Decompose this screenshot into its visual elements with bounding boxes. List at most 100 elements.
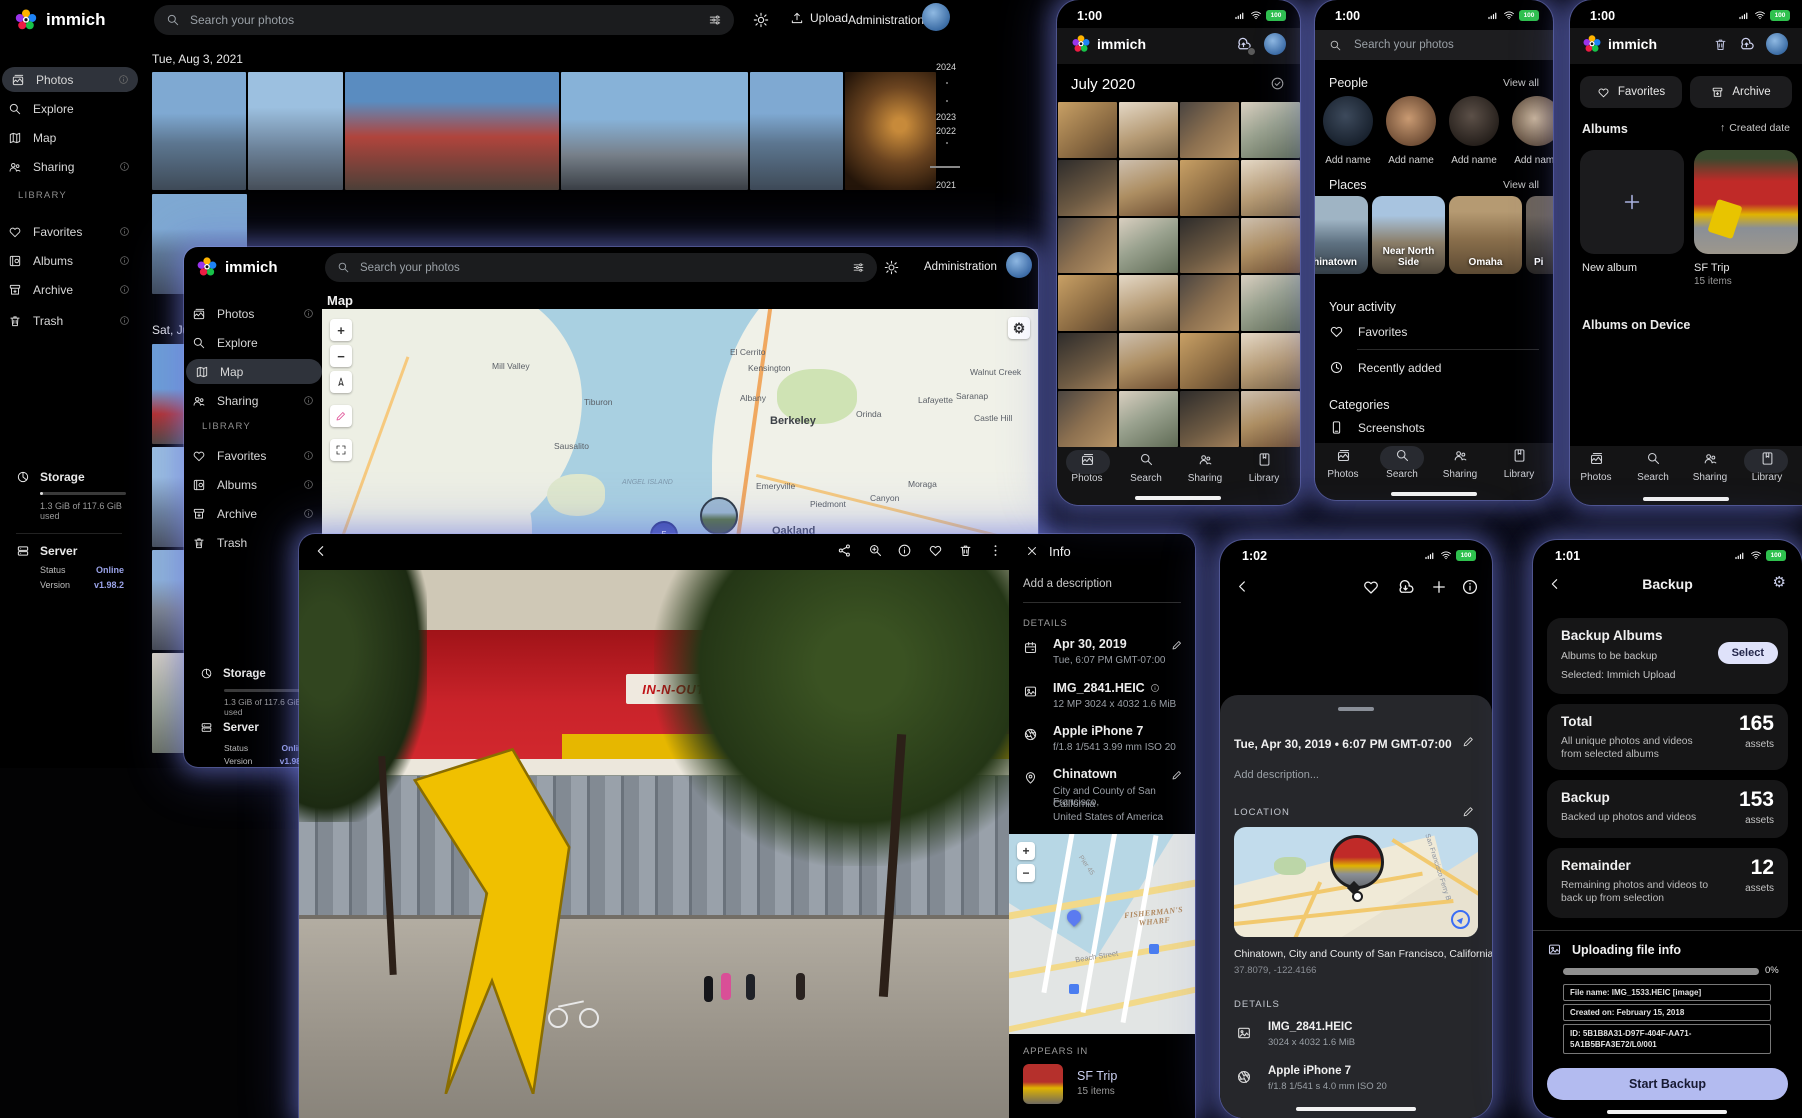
sidebar-item-archive[interactable]: Archive — [192, 501, 314, 526]
tab-sharing[interactable]: Sharing — [1177, 452, 1233, 484]
photo-thumbnail[interactable] — [561, 72, 748, 190]
sidebar-item-albums[interactable]: Albums — [192, 472, 314, 497]
theme-toggle-icon[interactable] — [884, 260, 899, 275]
archive-button[interactable]: Archive — [1690, 76, 1792, 108]
avatar[interactable] — [1006, 252, 1032, 278]
edit-location-icon[interactable] — [1462, 805, 1475, 818]
places-view-all-link[interactable]: View all — [1503, 179, 1539, 191]
photo-thumbnail[interactable] — [152, 72, 246, 190]
avatar[interactable] — [1264, 33, 1286, 55]
location-map[interactable]: San Francisco Ferry B — [1234, 827, 1478, 937]
photo-thumbnail[interactable] — [1058, 391, 1117, 447]
photo-thumbnail[interactable] — [345, 72, 559, 190]
edit-date-icon[interactable] — [1462, 735, 1475, 748]
photo-thumbnail[interactable] — [1180, 391, 1239, 447]
photo-thumbnail[interactable] — [1241, 160, 1300, 216]
photo-thumbnail[interactable] — [1180, 218, 1239, 274]
photo-thumbnail[interactable] — [1180, 102, 1239, 158]
photo-thumbnail[interactable] — [1119, 160, 1178, 216]
home-indicator[interactable] — [1296, 1107, 1416, 1111]
filter-icon[interactable] — [852, 261, 865, 274]
sidebar-item-explore[interactable]: Explore — [192, 330, 314, 355]
favorites-button[interactable]: Favorites — [1580, 76, 1682, 108]
tab-photos[interactable]: Photos — [1570, 451, 1624, 483]
photo-thumbnail[interactable] — [1119, 391, 1178, 447]
photo-thumbnail[interactable] — [1119, 102, 1178, 158]
select-button[interactable]: Select — [1718, 642, 1778, 664]
theme-toggle-icon[interactable] — [753, 12, 769, 28]
tab-sharing[interactable]: Sharing — [1432, 448, 1488, 480]
map-attribution-icon[interactable] — [1451, 910, 1470, 929]
description-input[interactable]: Add a description — [1023, 578, 1112, 590]
add-name-link[interactable]: Add name — [1444, 155, 1504, 166]
info-icon[interactable] — [1461, 578, 1479, 596]
info-icon[interactable] — [1150, 683, 1160, 693]
sidebar-item-map[interactable]: Map — [8, 125, 130, 150]
photo-thumbnail[interactable] — [248, 72, 343, 190]
info-icon[interactable] — [303, 479, 314, 490]
tab-sharing[interactable]: Sharing — [1682, 451, 1738, 483]
face-avatar[interactable] — [1449, 96, 1499, 146]
recently-added-row[interactable]: Recently added — [1329, 360, 1441, 375]
tab-library[interactable]: Library — [1739, 451, 1795, 483]
photo-thumbnail[interactable] — [1241, 218, 1300, 274]
info-icon[interactable] — [119, 255, 130, 266]
edit-location-icon[interactable] — [1171, 769, 1183, 781]
more-options-icon[interactable] — [988, 543, 1003, 558]
sidebar-item-trash[interactable]: Trash — [192, 530, 314, 555]
tab-library[interactable]: Library — [1236, 452, 1292, 484]
photo-thumbnail[interactable] — [750, 72, 843, 190]
home-indicator[interactable] — [1643, 497, 1729, 501]
start-backup-button[interactable]: Start Backup — [1547, 1068, 1788, 1100]
sort-button[interactable]: ↑ Created date — [1720, 122, 1790, 134]
map-fullscreen-button[interactable] — [330, 439, 352, 461]
sidebar-item-map[interactable]: Map — [186, 359, 322, 384]
share-icon[interactable] — [837, 543, 852, 558]
photo-thumbnail[interactable] — [1058, 333, 1117, 389]
scrubber-handle[interactable] — [930, 166, 960, 168]
sidebar-item-sharing[interactable]: Sharing — [192, 388, 314, 413]
photo-thumbnail[interactable] — [1058, 102, 1117, 158]
sidebar-item-photos[interactable]: Photos — [2, 67, 138, 92]
add-name-link[interactable]: Add name — [1507, 155, 1553, 166]
search-input[interactable]: Search your photos — [154, 5, 734, 35]
search-input[interactable]: Search your photos — [325, 253, 877, 282]
search-input[interactable]: Search your photos — [1315, 30, 1553, 60]
photo-thumbnail[interactable] — [1180, 160, 1239, 216]
select-all-icon[interactable] — [1270, 76, 1285, 91]
people-view-all-link[interactable]: View all — [1503, 77, 1539, 89]
face-avatar[interactable] — [1323, 96, 1373, 146]
place-card[interactable]: Near North Side — [1372, 196, 1445, 274]
back-icon[interactable] — [313, 543, 329, 559]
info-icon[interactable] — [119, 161, 130, 172]
backup-cloud-icon[interactable] — [1738, 36, 1755, 53]
sidebar-item-trash[interactable]: Trash — [8, 308, 130, 333]
home-indicator[interactable] — [1391, 492, 1477, 496]
screenshots-row[interactable]: Screenshots — [1329, 420, 1425, 435]
face-avatar[interactable] — [1512, 96, 1553, 146]
photo-thumbnail[interactable] — [1180, 275, 1239, 331]
photo-thumbnail[interactable] — [1119, 333, 1178, 389]
photo-thumbnail[interactable] — [1180, 333, 1239, 389]
avatar[interactable] — [1766, 33, 1788, 55]
tab-library[interactable]: Library — [1491, 448, 1547, 480]
place-card[interactable]: Omaha — [1449, 196, 1522, 274]
trash-icon[interactable] — [1713, 37, 1728, 52]
new-album-card[interactable] — [1580, 150, 1684, 254]
tab-search[interactable]: Search — [1625, 451, 1681, 483]
sidebar-item-favorites[interactable]: Favorites — [8, 219, 130, 244]
administration-link[interactable]: Administration — [848, 13, 924, 27]
map-zoom-in-button[interactable]: + — [1017, 842, 1035, 860]
face-avatar[interactable] — [1386, 96, 1436, 146]
album-card[interactable] — [1694, 150, 1798, 254]
home-indicator[interactable] — [1607, 1110, 1727, 1114]
sidebar-item-photos[interactable]: Photos — [192, 301, 314, 326]
map-zoom-out-button[interactable]: − — [1017, 864, 1035, 882]
sidebar-item-favorites[interactable]: Favorites — [192, 443, 314, 468]
avatar[interactable] — [922, 3, 950, 31]
info-icon[interactable] — [118, 74, 129, 85]
album-link[interactable]: SF Trip 15 items — [1023, 1064, 1183, 1108]
upload-button[interactable]: Upload — [790, 11, 848, 25]
edit-date-icon[interactable] — [1171, 639, 1183, 651]
tab-photos[interactable]: Photos — [1059, 452, 1115, 484]
